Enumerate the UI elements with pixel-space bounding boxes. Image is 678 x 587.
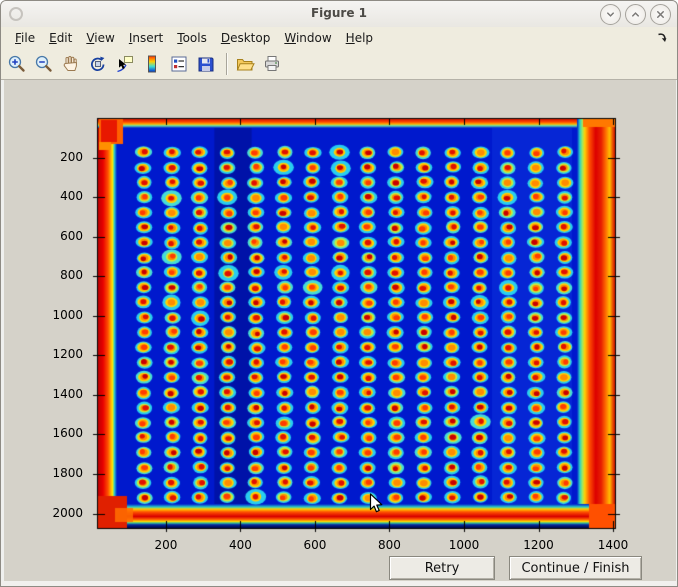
- menu-item-window[interactable]: Window: [284, 31, 331, 45]
- minimize-button[interactable]: [600, 4, 621, 25]
- menu-item-insert[interactable]: Insert: [129, 31, 163, 45]
- y-tick-label: 1000: [27, 308, 83, 322]
- y-tick-label: 400: [27, 189, 83, 203]
- window-title: Figure 1: [1, 6, 677, 20]
- menu-item-desktop[interactable]: Desktop: [221, 31, 271, 45]
- colorbar-icon: [142, 54, 162, 74]
- y-tick-label: 800: [27, 268, 83, 282]
- figure-window: Figure 1 File Edit View Insert Tools Desktop W…: [0, 0, 678, 587]
- y-tick-label: 600: [27, 229, 83, 243]
- data-cursor-icon: [115, 54, 135, 74]
- x-tick-label: 1400: [585, 538, 641, 552]
- rotate-3d-button[interactable]: [86, 51, 110, 77]
- menu-item-file[interactable]: File: [15, 31, 35, 45]
- x-tick-label: 800: [361, 538, 417, 552]
- menu-item-tools[interactable]: Tools: [177, 31, 207, 45]
- window-controls: [600, 4, 671, 25]
- zoom-in-icon: [7, 54, 27, 74]
- dock-figure-icon[interactable]: [656, 31, 669, 47]
- menubar: File Edit View Insert Tools Desktop Window Help: [1, 27, 677, 49]
- x-tick-label: 1200: [511, 538, 567, 552]
- insert-legend-button[interactable]: [167, 51, 191, 77]
- retry-button[interactable]: Retry: [389, 556, 495, 580]
- pan-button[interactable]: [59, 51, 83, 77]
- zoom-in-button[interactable]: [5, 51, 29, 77]
- y-tick-label: 1400: [27, 387, 83, 401]
- x-tick-label: 200: [138, 538, 194, 552]
- y-tick-label: 200: [27, 150, 83, 164]
- toolbar-separator: [226, 53, 228, 75]
- y-tick-label: 1200: [27, 347, 83, 361]
- close-icon: [655, 9, 666, 20]
- menu-item-help[interactable]: Help: [346, 31, 373, 45]
- x-tick-label: 600: [287, 538, 343, 552]
- y-tick-label: 1600: [27, 426, 83, 440]
- maximize-button[interactable]: [625, 4, 646, 25]
- pan-hand-icon: [61, 54, 81, 74]
- rotate-3d-icon: [88, 54, 108, 74]
- chevron-up-icon: [630, 9, 641, 20]
- insert-colorbar-button[interactable]: [140, 51, 164, 77]
- data-cursor-button[interactable]: [113, 51, 137, 77]
- x-tick-label: 400: [212, 538, 268, 552]
- titlebar[interactable]: Figure 1: [1, 1, 677, 28]
- menu-item-edit[interactable]: Edit: [49, 31, 72, 45]
- print-button[interactable]: [260, 51, 284, 77]
- x-tick-label: 1000: [436, 538, 492, 552]
- window-bottom-border: [1, 581, 678, 587]
- chevron-down-icon: [605, 9, 616, 20]
- y-tick-label: 1800: [27, 466, 83, 480]
- save-icon: [196, 54, 216, 74]
- figure-canvas-area: Retry Continue / Finish 200 400 600 800 1000…: [1, 80, 678, 581]
- save-figure-button[interactable]: [194, 51, 218, 77]
- open-folder-icon: [235, 54, 255, 74]
- menu-item-view[interactable]: View: [86, 31, 114, 45]
- legend-icon: [169, 54, 189, 74]
- window-left-border: [1, 80, 4, 587]
- close-button[interactable]: [650, 4, 671, 25]
- continue-finish-button[interactable]: Continue / Finish: [509, 556, 642, 580]
- zoom-out-button[interactable]: [32, 51, 56, 77]
- zoom-out-icon: [34, 54, 54, 74]
- open-file-button[interactable]: [233, 51, 257, 77]
- plot-image[interactable]: [89, 112, 625, 536]
- printer-icon: [262, 54, 282, 74]
- toolbar: [1, 49, 677, 80]
- y-tick-label: 2000: [27, 506, 83, 520]
